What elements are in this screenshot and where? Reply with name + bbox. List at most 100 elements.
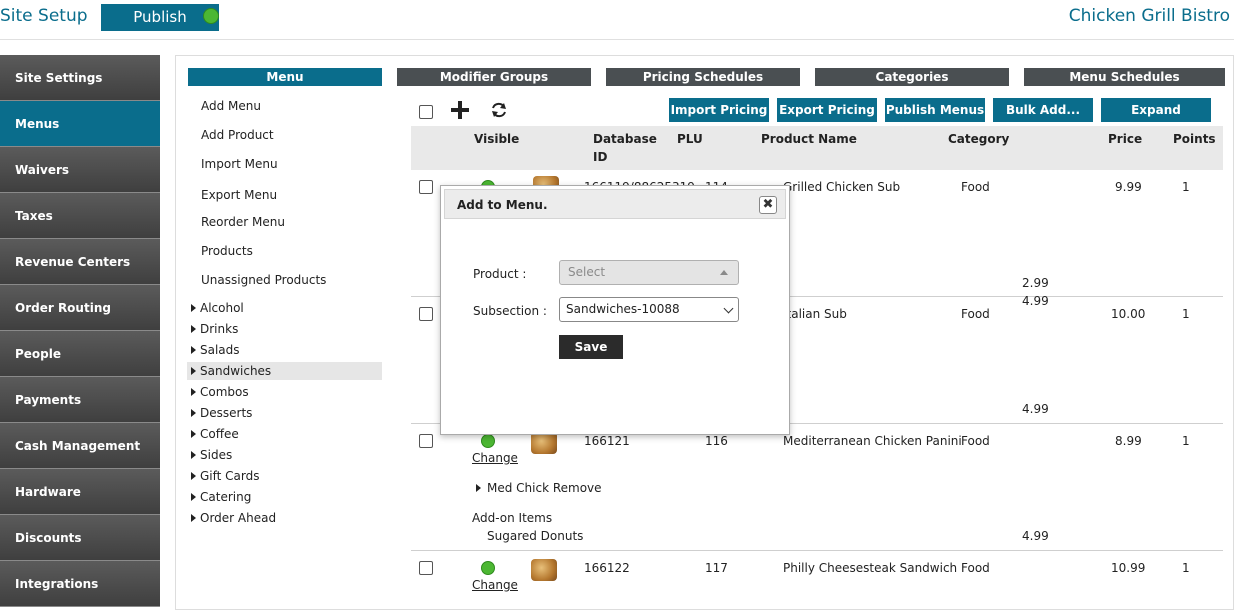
publish-button[interactable]: Publish [101, 4, 219, 31]
tree-node-combos[interactable]: Combos [187, 383, 382, 401]
addon-item: Sugared Donuts [487, 529, 584, 543]
tree-node-sides[interactable]: Sides [187, 446, 382, 464]
column-header-visible[interactable]: Visible [474, 130, 519, 148]
subsection-select[interactable]: Sandwiches-10088 [559, 297, 739, 322]
change-link[interactable]: Change [472, 451, 518, 465]
tree-node-catering[interactable]: Catering [187, 488, 382, 506]
close-icon[interactable]: ✖ [759, 196, 777, 214]
sidebar-item-people[interactable]: People [0, 331, 160, 377]
tab-menu-schedules[interactable]: Menu Schedules [1024, 68, 1225, 86]
visible-status-icon[interactable] [481, 561, 495, 575]
products-link[interactable]: Products [201, 244, 253, 258]
change-link[interactable]: Change [472, 578, 518, 592]
tree-node-label: Coffee [200, 427, 239, 441]
chevron-down-icon [723, 303, 734, 314]
tree-node-order-ahead[interactable]: Order Ahead [187, 509, 382, 527]
expand-arrow-icon[interactable] [191, 325, 196, 333]
tree-node-label: Sandwiches [200, 364, 272, 378]
modifier-group[interactable]: Med Chick Remove [487, 481, 602, 495]
column-header-category[interactable]: Category [948, 130, 1009, 148]
expand-arrow-icon[interactable] [191, 304, 196, 312]
category: Food [961, 561, 990, 575]
expand-arrow-icon[interactable] [191, 388, 196, 396]
expand-arrow-icon[interactable] [191, 472, 196, 480]
row-checkbox[interactable] [419, 180, 433, 194]
expand-modifiers-button[interactable]: Expand Modifiers [1101, 98, 1211, 141]
visible-status-icon[interactable] [481, 434, 495, 448]
sidebar: Site Settings Menus Waivers Taxes Revenu… [0, 55, 160, 607]
import-pricing-button[interactable]: Import Pricing [669, 98, 769, 122]
product-select-placeholder: Select [568, 265, 606, 279]
expand-arrow-icon[interactable] [191, 451, 196, 459]
expand-arrow-icon[interactable] [191, 430, 196, 438]
tree-node-alcohol[interactable]: Alcohol [187, 299, 382, 317]
reorder-menu-link[interactable]: Reorder Menu [201, 215, 285, 229]
publish-menus-button[interactable]: Publish Menus [885, 98, 985, 122]
export-pricing-button[interactable]: Export Pricing [777, 98, 877, 122]
table-row: Change 166122 117 Philly Cheesesteak San… [411, 551, 1223, 610]
tree-node-gift-cards[interactable]: Gift Cards [187, 467, 382, 485]
sidebar-item-waivers[interactable]: Waivers [0, 147, 160, 193]
sidebar-item-hardware[interactable]: Hardware [0, 469, 160, 515]
sidebar-item-discounts[interactable]: Discounts [0, 515, 160, 561]
column-header-plu[interactable]: PLU [677, 130, 703, 148]
category: Food [961, 307, 990, 321]
expand-arrow-icon[interactable] [191, 493, 196, 501]
expand-arrow-icon[interactable] [191, 514, 196, 522]
tree-node-label: Drinks [200, 322, 239, 336]
sidebar-item-menus[interactable]: Menus [0, 101, 160, 147]
plus-icon[interactable] [449, 99, 471, 121]
points: 1 [1182, 434, 1190, 448]
expand-arrow-icon[interactable] [476, 484, 481, 492]
expand-arrow-icon[interactable] [191, 346, 196, 354]
plu: 117 [705, 561, 728, 575]
column-header-price[interactable]: Price [1108, 130, 1142, 148]
chevron-up-icon [720, 270, 728, 275]
export-menu-link[interactable]: Export Menu [201, 188, 277, 202]
modifier-price: 2.99 [1022, 276, 1049, 290]
sidebar-item-taxes[interactable]: Taxes [0, 193, 160, 239]
product-select[interactable]: Select [559, 260, 739, 285]
tab-categories[interactable]: Categories [815, 68, 1009, 86]
tab-modifier-groups[interactable]: Modifier Groups [397, 68, 591, 86]
tree-node-coffee[interactable]: Coffee [187, 425, 382, 443]
column-header-database-id[interactable]: Database ID [593, 130, 657, 166]
tree-node-label: Catering [200, 490, 252, 504]
product-name: Grilled Chicken Sub [783, 180, 901, 194]
refresh-icon[interactable] [489, 100, 509, 120]
sidebar-item-payments[interactable]: Payments [0, 377, 160, 423]
row-checkbox[interactable] [419, 307, 433, 321]
tree-node-drinks[interactable]: Drinks [187, 320, 382, 338]
sidebar-item-cash-management[interactable]: Cash Management [0, 423, 160, 469]
add-product-link[interactable]: Add Product [201, 128, 274, 142]
database-id: 166121 [584, 434, 630, 448]
select-all-checkbox[interactable] [419, 105, 433, 119]
tab-pricing-schedules[interactable]: Pricing Schedules [606, 68, 800, 86]
tree-node-salads[interactable]: Salads [187, 341, 382, 359]
subsection-label: Subsection : [473, 304, 547, 318]
sidebar-item-order-routing[interactable]: Order Routing [0, 285, 160, 331]
sidebar-item-revenue-centers[interactable]: Revenue Centers [0, 239, 160, 285]
row-checkbox[interactable] [419, 561, 433, 575]
column-header-points[interactable]: Points [1173, 130, 1216, 148]
tab-menu[interactable]: Menu [188, 68, 382, 86]
save-button[interactable]: Save [559, 335, 623, 359]
row-checkbox[interactable] [419, 434, 433, 448]
category: Food [961, 180, 990, 194]
add-menu-link[interactable]: Add Menu [201, 99, 261, 113]
plu: 116 [705, 434, 728, 448]
bulk-add-button[interactable]: Bulk Add... [993, 98, 1093, 122]
tree-node-desserts[interactable]: Desserts [187, 404, 382, 422]
column-header-product-name[interactable]: Product Name [761, 130, 857, 148]
tree-node-sandwiches[interactable]: Sandwiches [187, 362, 382, 380]
category: Food [961, 434, 990, 448]
sidebar-item-site-settings[interactable]: Site Settings [0, 55, 160, 101]
product-name: Philly Cheesesteak Sandwich [783, 561, 958, 575]
import-menu-link[interactable]: Import Menu [201, 157, 278, 171]
product-label: Product : [473, 267, 527, 281]
expand-arrow-icon[interactable] [191, 409, 196, 417]
addon-title: Add-on Items [472, 511, 553, 525]
sidebar-item-integrations[interactable]: Integrations [0, 561, 160, 607]
expand-arrow-icon[interactable] [191, 367, 196, 375]
unassigned-products-link[interactable]: Unassigned Products [201, 273, 326, 287]
